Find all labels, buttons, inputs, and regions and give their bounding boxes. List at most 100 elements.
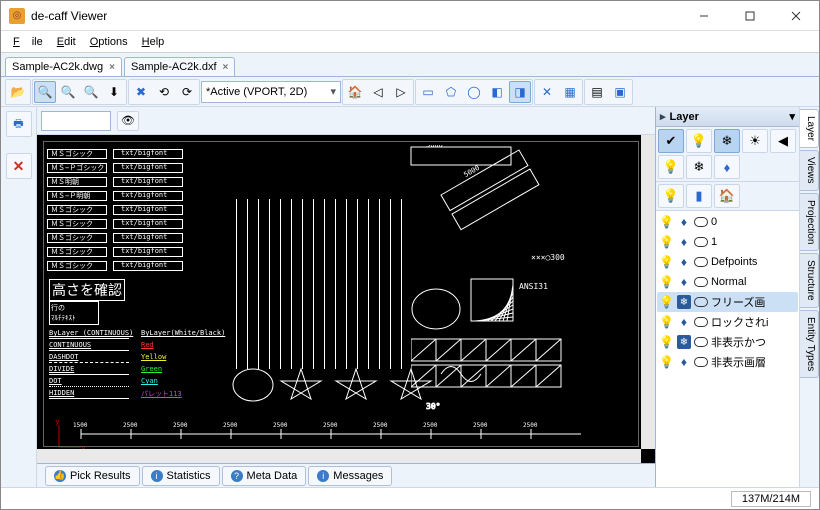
vertical-scrollbar[interactable] — [641, 135, 655, 449]
horizontal-scrollbar[interactable] — [37, 449, 641, 463]
file-tab[interactable]: Sample-AC2k.dxf × — [124, 57, 235, 76]
side-tab-bar: Layer Views Projection Structure Entity … — [799, 107, 819, 487]
home2-icon[interactable]: 🏠 — [714, 184, 740, 208]
tab-messages[interactable]: iMessages — [308, 466, 392, 486]
check-icon[interactable]: ✔ — [658, 129, 684, 153]
bulb-icon: 💡 — [659, 215, 674, 229]
color-swatch — [694, 217, 708, 227]
snap-icon[interactable]: ▦ — [559, 81, 581, 103]
cross-icon[interactable]: ✖ — [130, 81, 152, 103]
window-title: de-caff Viewer — [31, 9, 681, 23]
status-bar: 137M/214M — [1, 487, 819, 509]
thumb-icon: 👍 — [54, 470, 66, 482]
panel-menu-icon[interactable]: ▾ — [789, 110, 795, 123]
side-tab-structure[interactable]: Structure — [800, 253, 819, 308]
measure-icon[interactable]: ✕ — [536, 81, 558, 103]
layer-name: 非表示かつ — [711, 334, 766, 350]
drop-icon[interactable]: ♦ — [714, 155, 740, 179]
menu-file[interactable]: File — [7, 34, 49, 50]
tab-statistics[interactable]: iStatistics — [142, 466, 220, 486]
freeze-icon: ♦ — [677, 355, 691, 369]
layer-name: 0 — [711, 216, 717, 228]
freeze-icon[interactable]: ❄ — [714, 129, 740, 153]
zoom-window-icon[interactable]: 🔍 — [34, 81, 56, 103]
zoom-extents-icon[interactable]: ⬇ — [103, 81, 125, 103]
next-icon[interactable]: ▷ — [390, 81, 412, 103]
color-swatch — [694, 297, 708, 307]
layers-icon[interactable]: ▣ — [609, 81, 631, 103]
file-tab-label: Sample-AC2k.dwg — [12, 61, 103, 73]
freeze-icon: ♦ — [677, 215, 691, 229]
delete-icon[interactable]: ✕ — [6, 153, 32, 179]
bulb2-icon[interactable]: 💡 — [658, 155, 684, 179]
file-tab[interactable]: Sample-AC2k.dwg × — [5, 57, 122, 76]
close-button[interactable] — [773, 1, 819, 31]
home-icon[interactable]: 🏠 — [344, 81, 366, 103]
left-toolbar: 🖶 ✕ — [1, 107, 37, 487]
layer-name: Normal — [711, 276, 746, 288]
bulb-icon: 💡 — [659, 255, 674, 269]
layer-list[interactable]: 💡 ♦ 0💡 ♦ 1💡 ♦ Defpoints💡 ♦ Normal💡 ❄ フリー… — [656, 211, 799, 487]
close-tab-icon[interactable]: × — [109, 62, 115, 73]
info-icon: i — [151, 470, 163, 482]
layer-name: 1 — [711, 236, 717, 248]
layer-name: 非表示画層 — [711, 354, 766, 370]
side-tab-projection[interactable]: Projection — [800, 193, 819, 251]
layer-row[interactable]: 💡 ♦ ロックされi — [657, 312, 798, 332]
select-obj-icon[interactable]: ◧ — [486, 81, 508, 103]
layer-name: フリーズ画 — [711, 294, 765, 310]
text-icon[interactable]: ▤ — [586, 81, 608, 103]
side-tab-views[interactable]: Views — [800, 150, 819, 191]
layer-row[interactable]: 💡 ♦ 1 — [657, 232, 798, 252]
select-mode-icon[interactable]: ◨ — [509, 81, 531, 103]
freeze-icon: ❄ — [677, 295, 691, 309]
bulb-icon: 💡 — [659, 275, 674, 289]
layer-row[interactable]: 💡 ♦ 0 — [657, 212, 798, 232]
panel-icon[interactable]: ▮ — [686, 184, 712, 208]
menu-bar: File Edit Options Help — [1, 31, 819, 53]
zoom-in-icon[interactable]: 🔍 — [57, 81, 79, 103]
search-row: 👁 — [37, 107, 655, 135]
select-rect-icon[interactable]: ▭ — [417, 81, 439, 103]
layer-panel-header[interactable]: Layer ▾ — [656, 107, 799, 127]
bottom-tab-bar: 👍Pick Results iStatistics ?Meta Data iMe… — [37, 463, 655, 487]
freeze2-icon[interactable]: ❄ — [686, 155, 712, 179]
side-tab-entity-types[interactable]: Entity Types — [800, 310, 819, 378]
sun-icon[interactable]: ☀ — [742, 129, 768, 153]
view-icon[interactable]: 👁 — [117, 111, 139, 131]
layer-row[interactable]: 💡 ♦ Normal — [657, 272, 798, 292]
layer-name: ロックされi — [711, 314, 768, 330]
prev-icon[interactable]: ◁ — [367, 81, 389, 103]
viewport-select[interactable]: *Active (VPORT, 2D) — [201, 81, 341, 103]
tab-meta-data[interactable]: ?Meta Data — [222, 466, 307, 486]
layer-row[interactable]: 💡 ♦ Defpoints — [657, 252, 798, 272]
bulb-icon[interactable]: 💡 — [686, 129, 712, 153]
layer-row[interactable]: 💡 ❄ 非表示かつ — [657, 332, 798, 352]
layer-toolbar: ✔ 💡 ❄ ☀ ◀ 💡 ❄ ♦ — [656, 127, 799, 182]
minimize-button[interactable] — [681, 1, 727, 31]
maximize-button[interactable] — [727, 1, 773, 31]
close-tab-icon[interactable]: × — [223, 62, 229, 73]
bulb-toggle-icon[interactable]: 💡 — [658, 184, 684, 208]
select-circle-icon[interactable]: ◯ — [463, 81, 485, 103]
tab-pick-results[interactable]: 👍Pick Results — [45, 466, 140, 486]
open-icon[interactable]: 📂 — [7, 81, 29, 103]
layer-row[interactable]: 💡 ❄ フリーズ画 — [657, 292, 798, 312]
select-poly-icon[interactable]: ⬠ — [440, 81, 462, 103]
freeze-icon: ♦ — [677, 315, 691, 329]
bulb-icon: 💡 — [659, 335, 674, 349]
layer-row[interactable]: 💡 ♦ 非表示画層 — [657, 352, 798, 372]
color-swatch — [694, 277, 708, 287]
menu-options[interactable]: Options — [84, 34, 134, 50]
freeze-icon: ❄ — [677, 335, 691, 349]
side-tab-layer[interactable]: Layer — [800, 109, 819, 148]
search-input[interactable] — [41, 111, 111, 131]
drawing-canvas[interactable]: ＭＳゴシックtxt/bigfontＭＳ−Ｐゴシックtxt/bigfontＭＳ明朝… — [37, 135, 655, 463]
print-icon[interactable]: 🖶 — [6, 111, 32, 137]
menu-edit[interactable]: Edit — [51, 34, 82, 50]
left-icon[interactable]: ◀ — [770, 129, 796, 153]
menu-help[interactable]: Help — [136, 34, 171, 50]
rotate-cw-icon[interactable]: ⟳ — [176, 81, 198, 103]
zoom-out-icon[interactable]: 🔍 — [80, 81, 102, 103]
rotate-ccw-icon[interactable]: ⟲ — [153, 81, 175, 103]
